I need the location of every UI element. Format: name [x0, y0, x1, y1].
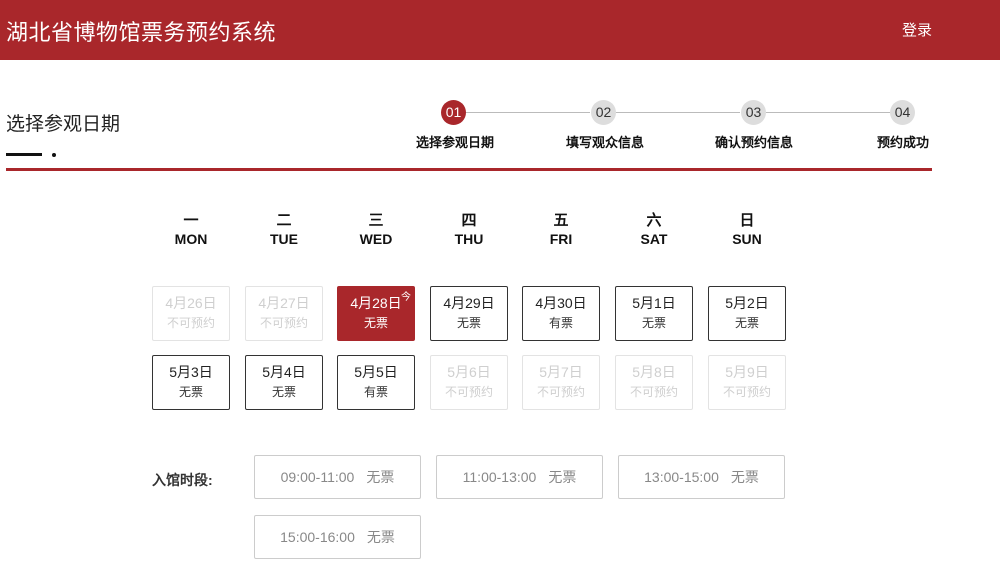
weekday-header-wed: 三 WED [359, 212, 393, 247]
date-cell: 5月6日 不可预约 [430, 355, 508, 410]
weekday-header-tue: 二 TUE [270, 212, 298, 247]
app-title: 湖北省博物馆票务预约系统 [6, 20, 277, 45]
date-cell: 4月26日 不可预约 [152, 286, 230, 341]
date-cell[interactable]: 4月29日 无票 [430, 286, 508, 341]
weekday-header-sun: 日 SUN [732, 212, 762, 247]
weekday-header-thu: 四 THU [454, 212, 484, 247]
step-1-number: 01 [441, 100, 466, 125]
date-cell[interactable]: 5月2日 无票 [708, 286, 786, 341]
date-cell: 5月8日 不可预约 [615, 355, 693, 410]
timeslot-label: 入馆时段: [152, 472, 213, 488]
date-cell[interactable]: 5月3日 无票 [152, 355, 230, 410]
date-cell[interactable]: 4月30日 有票 [522, 286, 600, 341]
step-3-number: 03 [741, 100, 766, 125]
weekday-header-sat: 六 SAT [640, 212, 668, 247]
title-underline [6, 153, 42, 156]
step-connector [616, 112, 740, 113]
date-cell-selected[interactable]: 今 4月28日 无票 [337, 286, 415, 341]
timeslot-button[interactable]: 11:00-13:00 无票 [436, 455, 603, 499]
date-cell: 4月27日 不可预约 [245, 286, 323, 341]
timeslot-button[interactable]: 09:00-11:00 无票 [254, 455, 421, 499]
step-connector [766, 112, 890, 113]
date-cell[interactable]: 5月4日 无票 [245, 355, 323, 410]
today-badge: 今 [401, 292, 411, 303]
section-divider [6, 168, 932, 171]
step-2-label: 填写观众信息 [566, 135, 645, 150]
step-connector [466, 112, 590, 113]
timeslot-button[interactable]: 15:00-16:00 无票 [254, 515, 421, 559]
title-underline-dot [52, 153, 56, 157]
weekday-header-fri: 五 FRI [549, 212, 573, 247]
step-2-number: 02 [591, 100, 616, 125]
step-3-label: 确认预约信息 [715, 135, 794, 150]
timeslot-button[interactable]: 13:00-15:00 无票 [618, 455, 785, 499]
login-link[interactable]: 登录 [902, 19, 932, 40]
date-cell: 5月7日 不可预约 [522, 355, 600, 410]
date-cell[interactable]: 5月5日 有票 [337, 355, 415, 410]
weekday-header-mon: 一 MON [174, 212, 208, 247]
step-4-number: 04 [890, 100, 915, 125]
date-cell[interactable]: 5月1日 无票 [615, 286, 693, 341]
step-1-label: 选择参观日期 [416, 135, 495, 150]
top-bar: 湖北省博物馆票务预约系统 登录 [0, 0, 1000, 60]
page-title: 选择参观日期 [6, 114, 121, 135]
step-4-label: 预约成功 [877, 135, 930, 150]
date-cell: 5月9日 不可预约 [708, 355, 786, 410]
